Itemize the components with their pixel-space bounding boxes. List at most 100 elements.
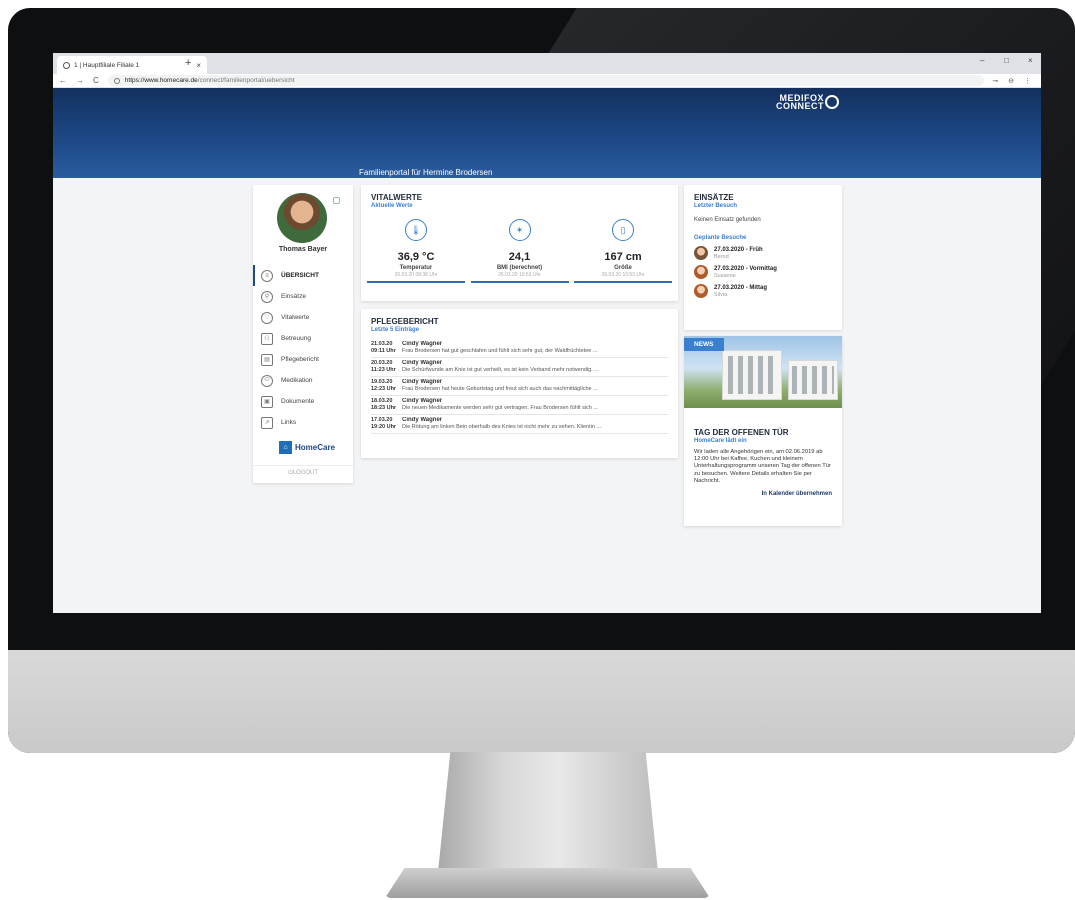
vital-time: 26.03.20 10:53 Uhr	[498, 272, 541, 278]
vital-label: BMI (berechnet)	[496, 265, 543, 271]
monitor-stand	[437, 752, 659, 882]
list-item[interactable]: 27.03.2020 - Mittag Silvia	[694, 284, 832, 298]
house-icon: ⌂	[279, 441, 292, 454]
url-input[interactable]: https://www.homecare.de /connect/familie…	[107, 75, 985, 86]
sidebar-item-assignments[interactable]: ⚲ Einsätze	[253, 286, 353, 307]
homecare-logo: ⌂ HomeCare	[279, 441, 335, 454]
back-button[interactable]: ←	[59, 76, 67, 85]
planned-visits-title: Geplante Besuche	[694, 235, 747, 241]
sidebar-nav: ≡ ÜBERSICHT ⚲ Einsätze ♡ Vitalwerte ⚇ Be…	[253, 265, 353, 433]
sidebar-item-documents[interactable]: ▣ Dokumente	[253, 391, 353, 412]
sidebar-item-report[interactable]: ▤ Pflegebericht	[253, 349, 353, 370]
sidebar-item-label: Einsätze	[281, 293, 306, 300]
sidebar-item-label: Links	[281, 419, 297, 426]
entry-time: 12:23 Uhr	[371, 385, 397, 392]
vital-time: 26.03.20 10:53 Uhr	[601, 272, 645, 278]
news-text: Wir laden alle Angehörigen ein, am 02.06…	[694, 449, 831, 484]
avatar	[694, 265, 708, 279]
monitor-chin	[8, 650, 1075, 753]
news-image: NEWS	[684, 336, 842, 408]
app-content: MEDIFOX CONNECT Familienportal für Hermi…	[53, 88, 1041, 613]
vital-height[interactable]: ▯ 167 cm Größe 26.03.20 10:53 Uhr	[574, 219, 672, 283]
no-assignment-text: Keinen Einsatz gefunden	[694, 217, 761, 223]
entry-time: 18:23 Uhr	[371, 404, 397, 411]
sidebar-item-vitals[interactable]: ♡ Vitalwerte	[253, 307, 353, 328]
profile-sidebar: Thomas Bayer ≡ ÜBERSICHT ⚲ Einsätze ♡ Vi…	[253, 185, 353, 483]
logout-button[interactable]: ⏻LOGOUT	[253, 465, 353, 477]
assignments-title: EINSÄTZE	[694, 193, 734, 202]
entry-text: Die Rötung am linken Bein oberhalb des K…	[402, 423, 602, 430]
assignments-icon: ⚲	[261, 290, 273, 303]
assignments-card: EINSÄTZE Letzter Besuch Keinen Einsatz g…	[684, 185, 842, 330]
list-item[interactable]: 20.03.20 11:23 Uhr Cindy Wagner Die Schürf…	[371, 358, 668, 377]
sidebar-item-label: Vitalwerte	[281, 314, 310, 321]
visit-caregiver: Bernd	[714, 253, 729, 260]
tab-title: 1 | Hauptfiliale Filiale 1	[74, 61, 140, 69]
report-icon: ▤	[261, 353, 273, 366]
visit-date: 27.03.2020 - Früh	[714, 246, 763, 253]
user-name: Thomas Bayer	[278, 246, 328, 253]
news-card: NEWS TAG DER OFFENEN TÜR HomeCare lädt e…	[684, 336, 842, 526]
minimize-button[interactable]: –	[980, 56, 984, 65]
vital-value: 167 cm	[604, 251, 642, 263]
logout-label: LOGOUT	[292, 470, 319, 476]
browser-menu-icons[interactable]: ⊸ ⊖ ⋮	[992, 77, 1035, 85]
vital-label: Temperatur	[399, 265, 433, 271]
assignments-subtitle: Letzter Besuch	[694, 203, 738, 209]
sidebar-item-label: Pflegebericht	[281, 356, 319, 363]
care-icon: ⚇	[261, 332, 273, 345]
news-title: TAG DER OFFENEN TÜR	[694, 428, 789, 437]
sidebar-item-label: Medikation	[281, 377, 313, 384]
link-icon: ↗	[261, 416, 273, 429]
close-window-button[interactable]: ×	[1028, 56, 1033, 65]
visit-caregiver: Susanne	[714, 272, 736, 279]
forward-button[interactable]: →	[76, 76, 84, 85]
visit-date: 27.03.2020 - Vormittag	[714, 265, 777, 272]
building-windows	[792, 366, 834, 394]
entry-text: Frau Brodersen hat heute Geburtstag und …	[402, 385, 598, 392]
vital-bmi[interactable]: ✶ 24,1 BMI (berechnet) 26.03.20 10:53 Uh…	[470, 219, 569, 283]
portal-title: Familienportal für Hermine Brodersen	[359, 168, 493, 177]
sidebar-item-links[interactable]: ↗ Links	[253, 412, 353, 433]
news-subtitle: HomeCare lädt ein	[694, 438, 747, 444]
avatar	[694, 284, 708, 298]
vitals-title: VITALWERTE	[371, 193, 422, 202]
entry-text: Die neuen Medikamente werden sehr gut ve…	[402, 404, 598, 411]
entry-time: 19:20 Uhr	[371, 423, 397, 430]
maximize-button[interactable]: □	[1004, 56, 1009, 65]
tab-close-icon[interactable]: ×	[196, 61, 201, 70]
vital-temperature[interactable]: 🌡 36,9 °C Temperatur 26.03.20 08:38 Uhr	[367, 219, 465, 283]
vital-value: 36,9 °C	[397, 251, 435, 263]
vital-value: 24,1	[508, 251, 531, 263]
list-item[interactable]: 27.03.2020 - Früh Bernd	[694, 246, 832, 260]
sidebar-item-medication[interactable]: ⬭ Medikation	[253, 370, 353, 391]
edit-profile-icon[interactable]	[333, 197, 340, 204]
care-report-title: PFLEGEBERICHT	[371, 317, 439, 326]
url-host: https://www.homecare.de	[124, 77, 198, 84]
height-icon: ▯	[612, 219, 634, 241]
thermometer-icon: 🌡	[405, 219, 427, 241]
list-item[interactable]: 17.03.20 19:20 Uhr Cindy Wagner Die Rötung…	[371, 415, 668, 434]
add-to-calendar-link[interactable]: In Kalender übernehmen	[694, 491, 832, 497]
entry-text: Die Schürfwunde am Knie ist gut verheilt…	[402, 366, 599, 373]
sidebar-item-label: ÜBERSICHT	[281, 272, 319, 279]
care-report-list: 21.03.20 09:11 Uhr Cindy Wagner Frau Brode…	[371, 339, 668, 434]
pill-icon: ⬭	[261, 374, 273, 387]
sidebar-item-overview[interactable]: ≡ ÜBERSICHT	[253, 265, 353, 286]
reload-button[interactable]: C	[93, 76, 99, 85]
care-report-card: PFLEGEBERICHT Letzte 5 Einträge 21.03.20…	[361, 309, 678, 458]
news-badge: NEWS	[684, 338, 724, 351]
logo-ring-icon	[825, 95, 839, 109]
address-bar: ← → C https://www.homecare.de /connect/f…	[53, 74, 1041, 88]
sidebar-item-care[interactable]: ⚇ Betreuung	[253, 328, 353, 349]
list-item[interactable]: 19.03.20 12:23 Uhr Cindy Wagner Frau Brode…	[371, 377, 668, 396]
list-item[interactable]: 27.03.2020 - Vormittag Susanne	[694, 265, 832, 279]
list-item[interactable]: 18.03.20 18:23 Uhr Cindy Wagner Die neuen …	[371, 396, 668, 415]
browser-tab-bar: 1 | Hauptfiliale Filiale 1 × + – □ ×	[53, 53, 1041, 74]
entry-time: 11:23 Uhr	[371, 366, 396, 373]
entry-time: 09:11 Uhr	[371, 347, 396, 354]
new-tab-button[interactable]: +	[185, 57, 191, 69]
sidebar-item-label: Betreuung	[281, 335, 311, 342]
care-report-subtitle: Letzte 5 Einträge	[371, 327, 420, 333]
list-item[interactable]: 21.03.20 09:11 Uhr Cindy Wagner Frau Brode…	[371, 339, 668, 358]
